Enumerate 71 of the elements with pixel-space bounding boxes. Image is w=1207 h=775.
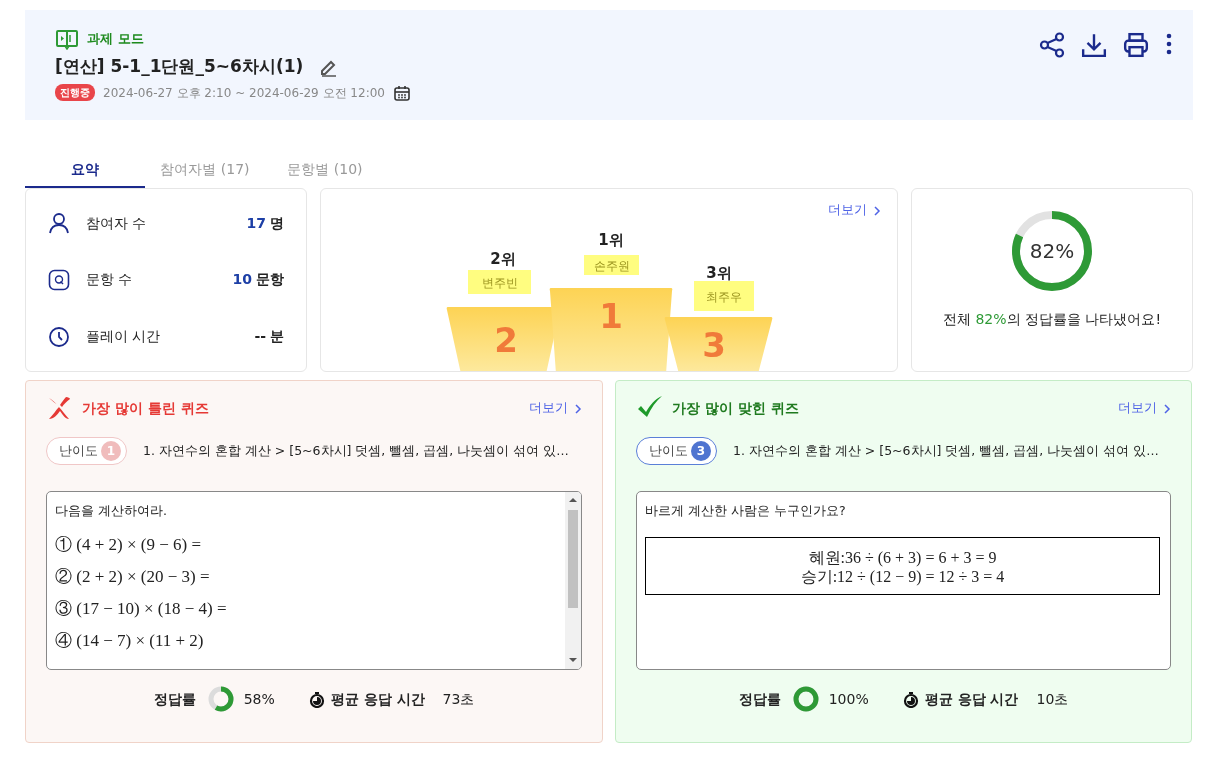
stat-value: 10 bbox=[232, 270, 252, 290]
question-text: 바르게 계산한 사람은 누구인가요? bbox=[645, 502, 847, 520]
difficulty-pill: 난이도 3 bbox=[636, 437, 717, 465]
stat-unit: 명 bbox=[270, 213, 284, 233]
winner-name: 손주원 bbox=[593, 259, 630, 273]
stat-value: -- bbox=[254, 327, 266, 347]
math-expression: 승기:12 ÷ (12 − 9) = 12 ÷ 3 = 4 bbox=[799, 567, 1006, 587]
chevron-icon bbox=[574, 402, 582, 415]
accuracy-value: 58% bbox=[243, 689, 275, 709]
person-icon bbox=[48, 212, 70, 235]
chevron-icon bbox=[1163, 402, 1171, 415]
response-time-label: 평균 응답 시간 bbox=[924, 689, 1019, 709]
quiz-heading: 가장 많이 맞힌 퀴즈 bbox=[672, 398, 799, 418]
calendar-icon[interactable] bbox=[392, 83, 411, 102]
stat-label: 플레이 시간 bbox=[86, 327, 162, 347]
tab[interactable]: 문항별 (10) bbox=[265, 158, 385, 188]
accuracy-caption: 전체 82%의 정답률을 나타냈어요! bbox=[942, 310, 1162, 329]
stopwatch-icon bbox=[308, 690, 325, 708]
response-time-value: 10초 bbox=[1036, 689, 1069, 709]
name-highlight bbox=[694, 281, 754, 311]
winner-name: 변주빈 bbox=[481, 276, 518, 290]
status-badge: 진행중 bbox=[55, 84, 95, 101]
printer-icon[interactable] bbox=[1123, 32, 1149, 58]
unit-path: 1. 자연수의 혼합 계산 > [5~6차시] 덧셈, 뺄셈, 곱셈, 나눗셈이 섞여 있… bbox=[733, 441, 1159, 460]
stat-unit: 분 bbox=[270, 327, 284, 347]
date-range: 2024-06-27 오후 2:10 ~ 2024-06-29 오전 12:00 bbox=[103, 84, 385, 102]
clock-icon bbox=[48, 325, 70, 348]
response-time-value: 73초 bbox=[442, 689, 475, 709]
podium-number: 1 bbox=[599, 296, 623, 336]
response-time-label: 평균 응답 시간 bbox=[330, 689, 425, 709]
share-icon[interactable] bbox=[1039, 32, 1065, 58]
name-highlight bbox=[468, 270, 531, 294]
rank-label: 1위 bbox=[598, 231, 624, 249]
rank-label: 3위 bbox=[706, 264, 732, 282]
accuracy-value: 100% bbox=[828, 689, 869, 709]
accuracy-donut bbox=[207, 686, 234, 712]
more-link[interactable]: 더보기 bbox=[828, 200, 881, 220]
math-expression: ④ (14 − 7) × (11 + 2) bbox=[55, 631, 205, 649]
percent-text: 82% bbox=[1029, 238, 1075, 265]
assignment-title: [연산] 5-1_1단원_5~6차시(1) bbox=[55, 55, 304, 78]
tab[interactable]: 참여자별 (17) bbox=[145, 158, 265, 188]
chevron-icon bbox=[873, 204, 881, 217]
download-icon[interactable] bbox=[1081, 32, 1107, 58]
stopwatch-icon bbox=[902, 690, 919, 708]
more-link[interactable]: 더보기 bbox=[529, 398, 582, 418]
more-link[interactable]: 더보기 bbox=[1118, 398, 1171, 418]
quiz-heading: 가장 많이 틀린 퀴즈 bbox=[82, 398, 209, 418]
accuracy-donut bbox=[792, 686, 819, 712]
search-icon bbox=[48, 269, 70, 291]
accuracy-label: 정답률 bbox=[153, 689, 196, 709]
stat-label: 문항 수 bbox=[86, 270, 134, 290]
mode-label: 과제 모드 bbox=[87, 30, 144, 49]
stat-unit: 문항 bbox=[256, 270, 284, 290]
math-expression: 혜원:36 ÷ (6 + 3) = 6 + 3 = 9 bbox=[807, 547, 998, 567]
name-highlight bbox=[584, 255, 639, 275]
math-expression: ③ (17 − 10) × (18 − 4) = bbox=[55, 599, 228, 617]
podium-number: 3 bbox=[702, 325, 726, 365]
stat-value: 17 bbox=[246, 213, 266, 233]
rank-label: 2위 bbox=[490, 250, 516, 268]
unit-path: 1. 자연수의 혼합 계산 > [5~6차시] 덧셈, 뺄셈, 곱셈, 나눗셈이 섞여 있… bbox=[143, 441, 569, 460]
difficulty-pill: 난이도 1 bbox=[46, 437, 127, 465]
math-expression: ① (4 + 2) × (9 − 6) = bbox=[55, 535, 202, 553]
stat-label: 참여자 수 bbox=[86, 213, 148, 233]
math-expression: ② (2 + 2) × (20 − 3) = bbox=[55, 567, 211, 585]
more-menu-icon[interactable] bbox=[1165, 32, 1173, 56]
scrollbar[interactable] bbox=[565, 492, 581, 669]
accuracy-label: 정답률 bbox=[738, 689, 781, 709]
podium-number: 2 bbox=[494, 320, 518, 360]
winner-name: 최주우 bbox=[706, 290, 742, 304]
book-icon bbox=[55, 28, 79, 50]
question-text: 다음을 계산하여라. bbox=[55, 502, 168, 520]
